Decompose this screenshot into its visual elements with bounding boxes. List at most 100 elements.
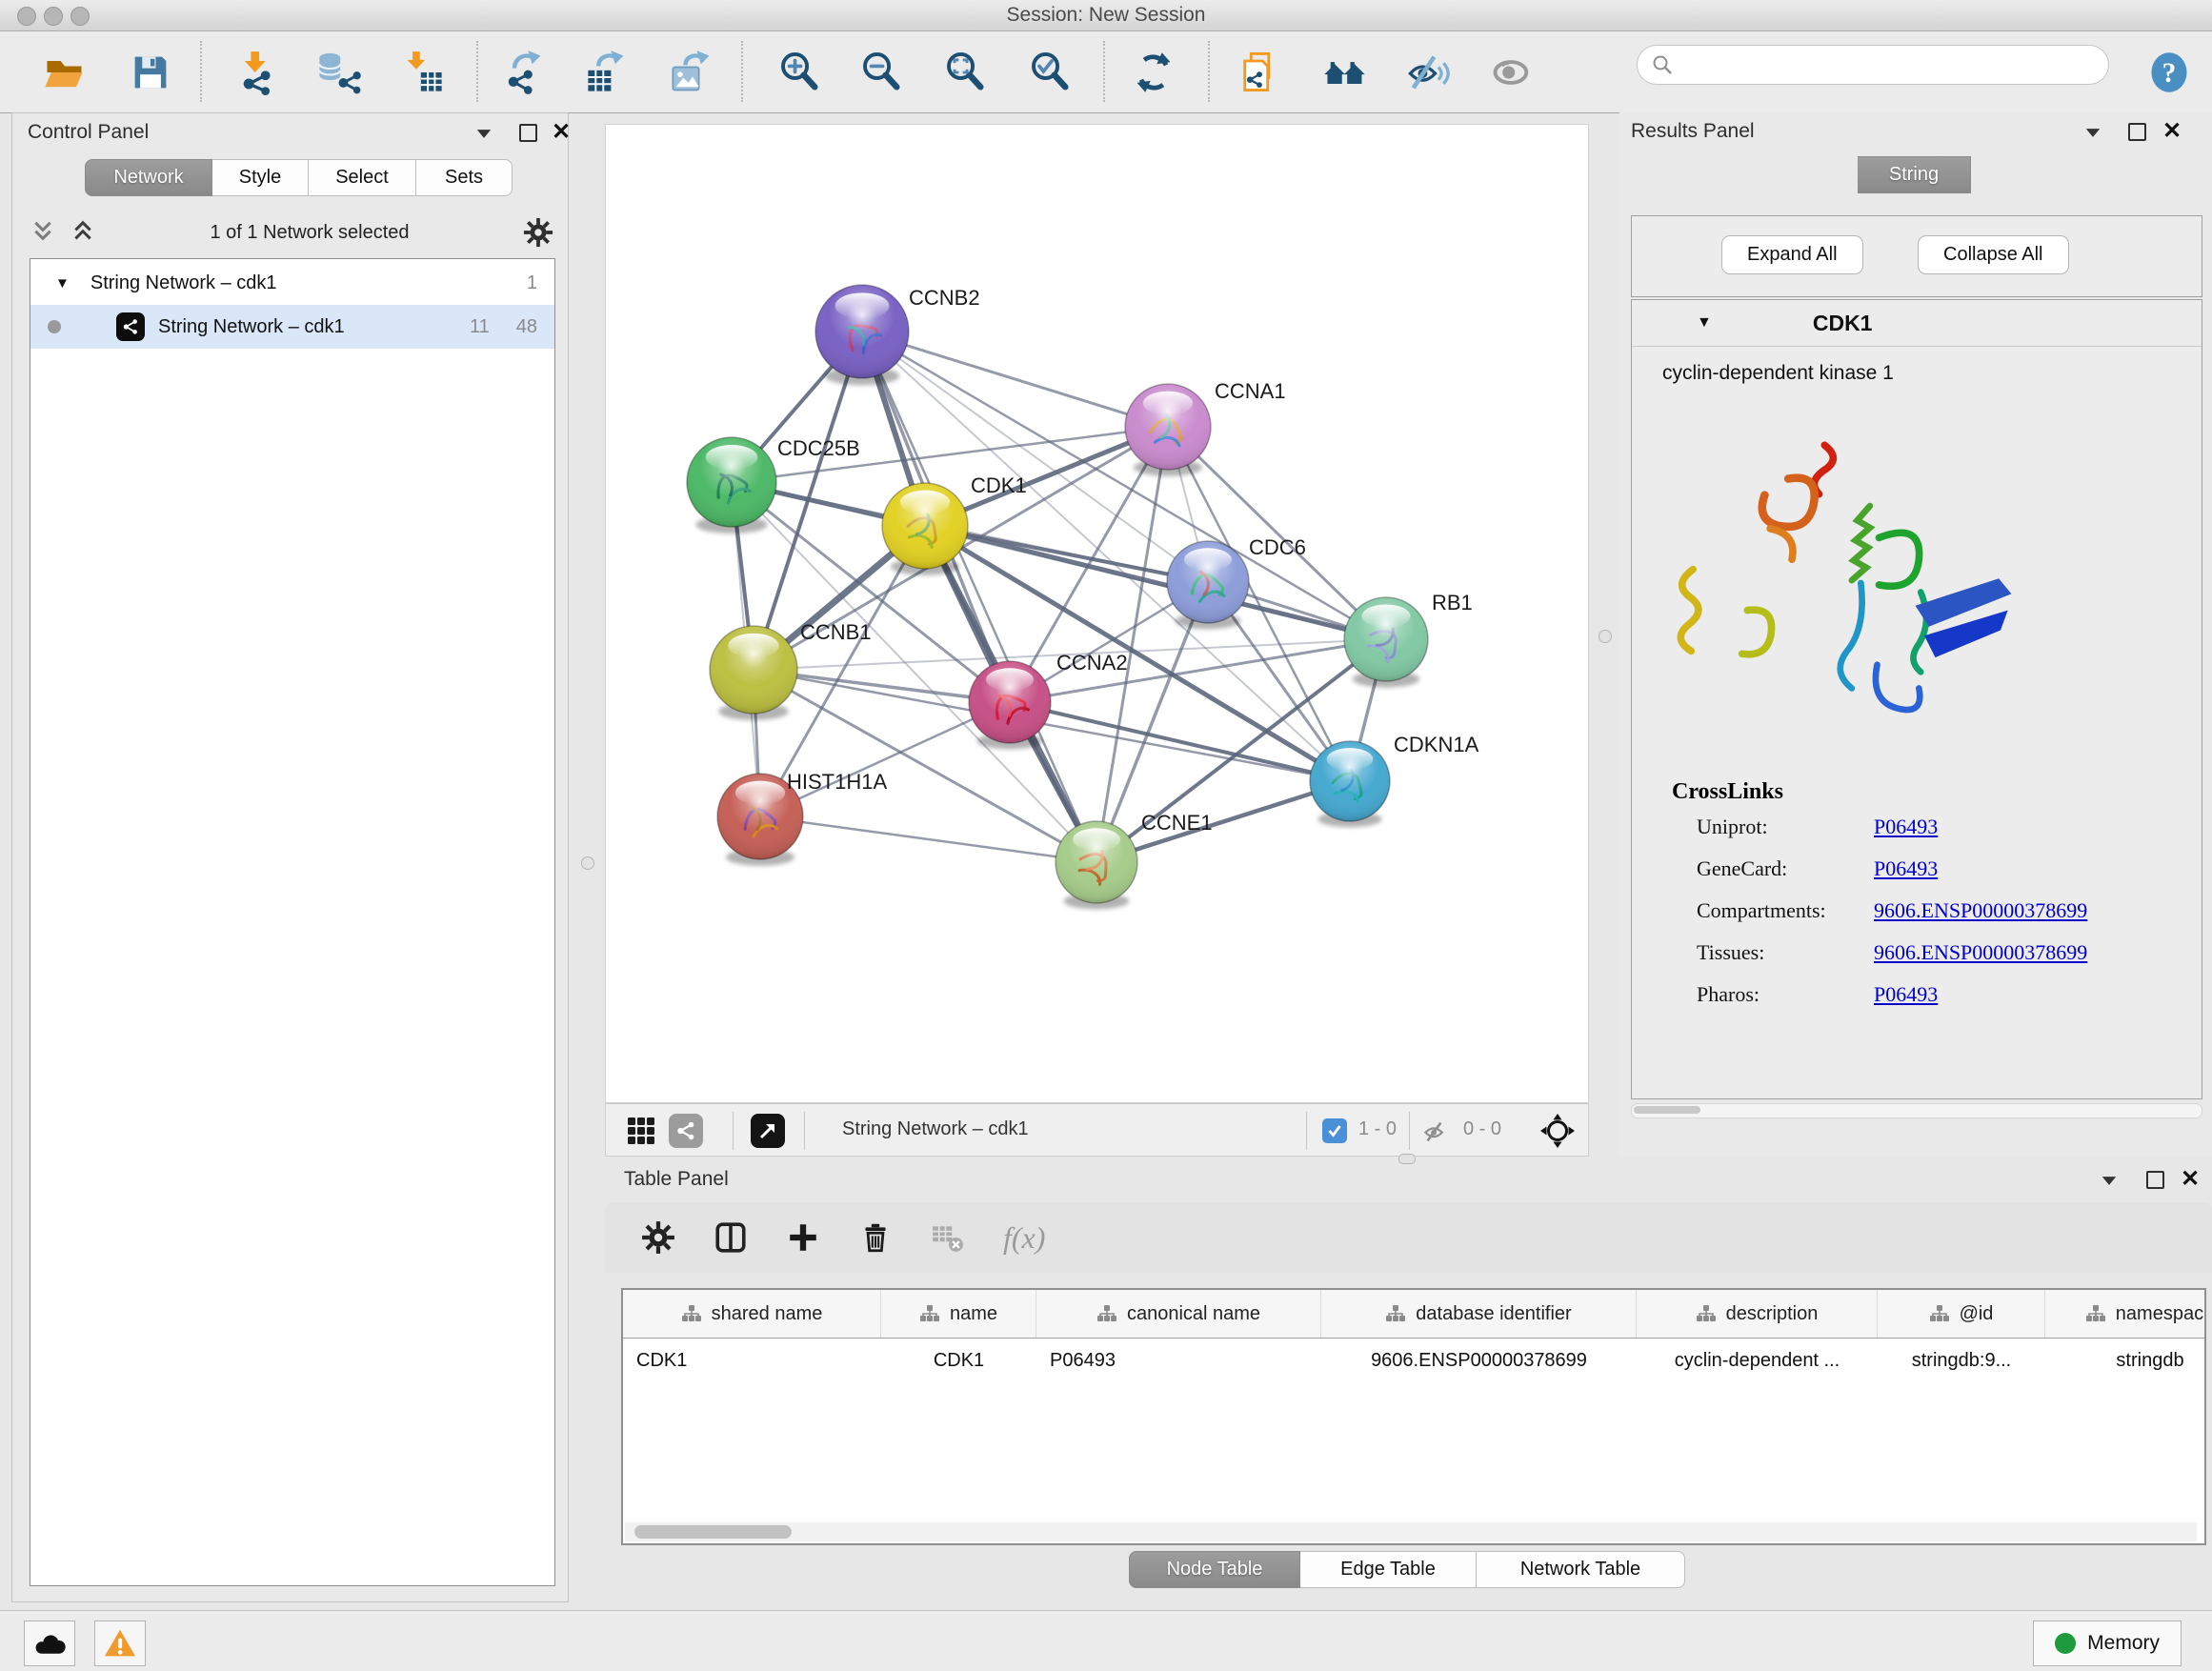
table-options-gear-icon[interactable] xyxy=(641,1220,675,1255)
open-in-window-icon[interactable] xyxy=(751,1114,785,1148)
tab-string[interactable]: String xyxy=(1858,156,1971,193)
import-network-file-icon[interactable] xyxy=(235,50,281,95)
crosslink-value-link[interactable]: P06493 xyxy=(1874,856,1938,881)
section-expander-icon[interactable]: ▼ xyxy=(1697,314,1712,332)
network-node-CDC25B[interactable] xyxy=(687,437,776,534)
network-node-CCNE1[interactable] xyxy=(1056,821,1137,909)
hide-selected-eye-icon[interactable] xyxy=(1406,50,1452,95)
table-panel-float-icon[interactable] xyxy=(2146,1171,2164,1189)
table-hscrollbar[interactable] xyxy=(625,1522,2197,1541)
network-edge[interactable] xyxy=(925,526,1386,639)
pan-crosshair-icon[interactable] xyxy=(1539,1113,1576,1149)
selected-items-checkbox-icon[interactable] xyxy=(1322,1118,1347,1143)
add-column-icon[interactable] xyxy=(786,1220,820,1255)
horizontal-splitter-grip[interactable] xyxy=(1398,1154,1416,1164)
network-node-CDC6[interactable] xyxy=(1167,541,1249,629)
clone-network-icon[interactable] xyxy=(1237,50,1282,95)
zoom-in-icon[interactable] xyxy=(777,50,823,95)
export-network-icon[interactable] xyxy=(502,50,548,95)
hidden-items-eye-icon xyxy=(1421,1117,1452,1147)
collapse-all-icon[interactable] xyxy=(30,219,56,246)
collection-expander-icon[interactable]: ▼ xyxy=(55,275,70,292)
control-panel-menu-icon[interactable] xyxy=(475,129,493,139)
table-cell[interactable]: stringdb:9... xyxy=(1878,1350,2045,1372)
table-cell[interactable]: stringdb xyxy=(2045,1350,2206,1372)
results-scrollbar[interactable] xyxy=(1631,1103,2202,1118)
column-header-name[interactable]: name xyxy=(881,1290,1036,1338)
crosslink-value-link[interactable]: 9606.ENSP00000378699 xyxy=(1874,898,2087,923)
show-columns-icon[interactable] xyxy=(714,1220,748,1255)
birdseye-grid-icon[interactable] xyxy=(625,1115,657,1147)
crosslink-value-link[interactable]: P06493 xyxy=(1874,815,1938,839)
delete-column-icon[interactable] xyxy=(858,1220,893,1255)
warning-status-button[interactable] xyxy=(94,1621,146,1666)
column-header-database-identifier[interactable]: database identifier xyxy=(1321,1290,1637,1338)
tab-network-table[interactable]: Network Table xyxy=(1477,1551,1685,1588)
network-node-CCNA1[interactable] xyxy=(1125,384,1211,476)
expand-all-button[interactable]: Expand All xyxy=(1721,235,1863,274)
tab-edge-table[interactable]: Edge Table xyxy=(1300,1551,1477,1588)
network-graph[interactable]: CCNB2CCNA1CDC25BCDK1CDC6RB1CCNB1CCNA2CDK… xyxy=(606,125,1588,1102)
column-header--id[interactable]: @id xyxy=(1878,1290,2045,1338)
right-splitter-grip[interactable] xyxy=(1599,630,1612,643)
tab-style[interactable]: Style xyxy=(212,159,309,196)
network-node-RB1[interactable] xyxy=(1344,597,1428,688)
zoom-fit-icon[interactable] xyxy=(943,50,989,95)
show-all-eye-icon[interactable] xyxy=(1489,50,1535,95)
crosslink-value-link[interactable]: P06493 xyxy=(1874,982,1938,1007)
home-icon[interactable] xyxy=(1322,50,1368,95)
export-image-icon[interactable] xyxy=(669,50,714,95)
table-cell[interactable]: P06493 xyxy=(1036,1350,1321,1372)
results-panel-menu-icon[interactable] xyxy=(2084,128,2101,138)
search-input[interactable] xyxy=(1674,53,2078,77)
table-cell[interactable]: cyclin-dependent ... xyxy=(1637,1350,1878,1372)
import-network-database-icon[interactable] xyxy=(315,50,361,95)
left-splitter-grip[interactable] xyxy=(581,856,594,870)
help-icon[interactable]: ? xyxy=(2146,50,2192,95)
cloud-status-button[interactable] xyxy=(24,1621,75,1666)
tab-node-table[interactable]: Node Table xyxy=(1129,1551,1300,1588)
open-session-icon[interactable] xyxy=(42,50,88,95)
network-row[interactable]: String Network – cdk1 11 48 xyxy=(30,305,554,349)
control-panel-float-icon[interactable] xyxy=(519,124,537,142)
table-row[interactable]: CDK1CDK1P064939606.ENSP00000378699cyclin… xyxy=(623,1339,2204,1382)
tab-sets[interactable]: Sets xyxy=(416,159,513,196)
tab-select[interactable]: Select xyxy=(309,159,416,196)
results-panel-float-icon[interactable] xyxy=(2128,123,2146,141)
tab-network[interactable]: Network xyxy=(85,159,212,196)
results-panel-close-icon[interactable]: ✕ xyxy=(2162,123,2182,140)
memory-button[interactable]: Memory xyxy=(2033,1621,2182,1666)
network-annotations-icon[interactable] xyxy=(669,1114,703,1148)
network-collection-row[interactable]: ▼ String Network – cdk1 1 xyxy=(30,261,554,305)
network-node-CDKN1A[interactable] xyxy=(1310,741,1390,827)
search-box[interactable] xyxy=(1637,45,2109,85)
network-edge[interactable] xyxy=(862,332,1168,427)
network-options-gear-icon[interactable] xyxy=(523,217,553,248)
collapse-all-button[interactable]: Collapse All xyxy=(1918,235,2069,274)
table-cell[interactable]: CDK1 xyxy=(881,1350,1036,1372)
expand-all-icon[interactable] xyxy=(70,219,96,246)
network-node-CCNA2[interactable] xyxy=(969,661,1051,749)
table-panel-menu-icon[interactable] xyxy=(2101,1176,2118,1186)
network-node-CCNB1[interactable] xyxy=(710,626,797,720)
zoom-selected-icon[interactable] xyxy=(1028,50,1074,95)
table-cell[interactable]: 9606.ENSP00000378699 xyxy=(1321,1350,1637,1372)
export-table-icon[interactable] xyxy=(584,50,630,95)
network-edge[interactable] xyxy=(862,332,1096,862)
column-header-shared-name[interactable]: shared name xyxy=(623,1290,881,1338)
save-session-icon[interactable] xyxy=(128,50,173,95)
network-canvas[interactable]: CCNB2CCNA1CDC25BCDK1CDC6RB1CCNB1CCNA2CDK… xyxy=(605,124,1589,1103)
control-panel-close-icon[interactable]: ✕ xyxy=(552,124,571,141)
column-header-description[interactable]: description xyxy=(1637,1290,1878,1338)
column-header-namespace[interactable]: namespace xyxy=(2045,1290,2206,1338)
network-edge[interactable] xyxy=(760,816,1096,862)
import-table-icon[interactable] xyxy=(400,50,446,95)
node-section-header[interactable]: ▼ CDK1 xyxy=(1632,300,2202,347)
table-panel-close-icon[interactable]: ✕ xyxy=(2181,1171,2200,1188)
apply-layout-icon[interactable] xyxy=(1131,50,1176,95)
network-edge[interactable] xyxy=(1010,702,1350,781)
zoom-out-icon[interactable] xyxy=(859,50,905,95)
crosslink-value-link[interactable]: 9606.ENSP00000378699 xyxy=(1874,940,2087,965)
table-cell[interactable]: CDK1 xyxy=(623,1350,881,1372)
column-header-canonical-name[interactable]: canonical name xyxy=(1036,1290,1321,1338)
